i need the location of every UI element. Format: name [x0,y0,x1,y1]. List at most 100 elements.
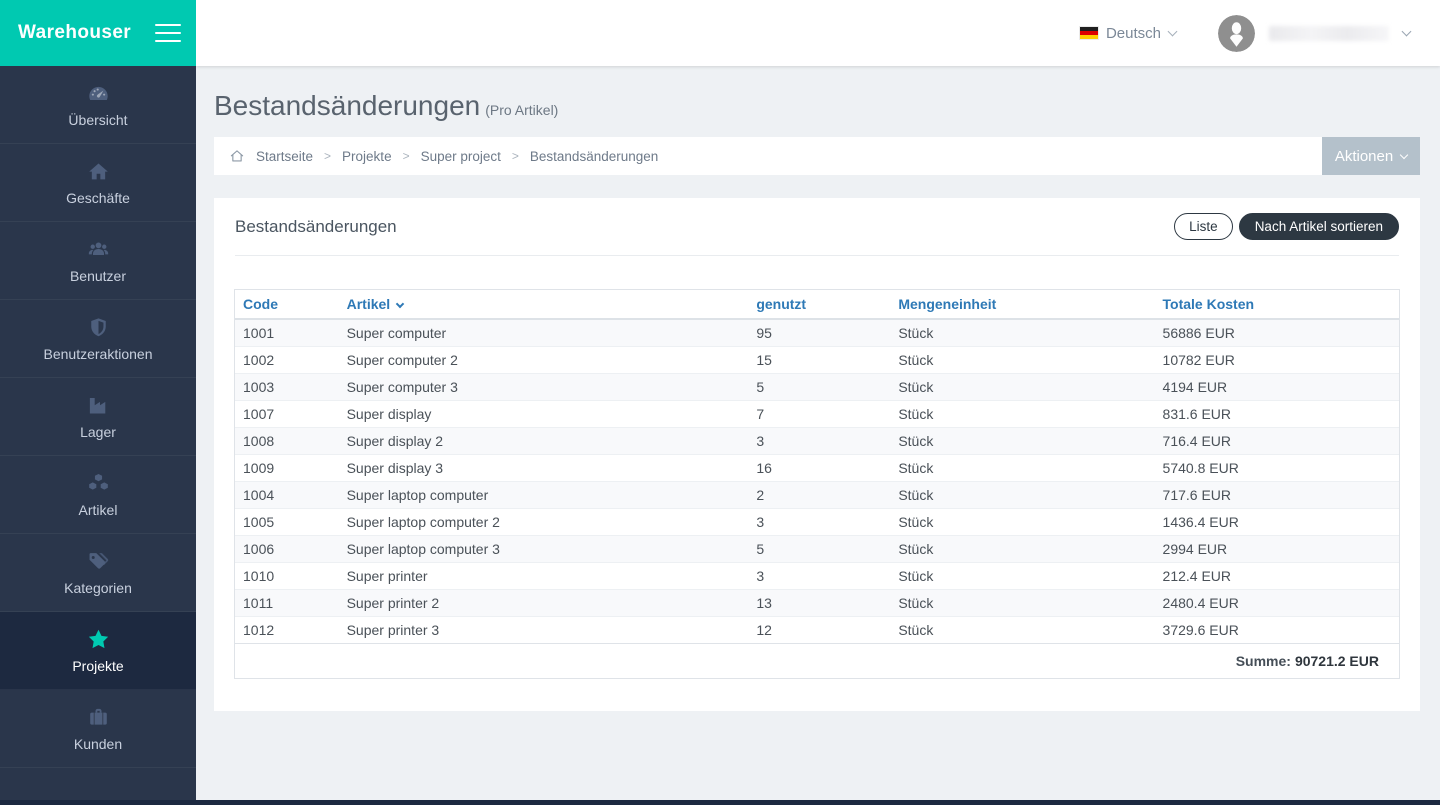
sum-label: Summe: [1236,653,1291,669]
sidebar-item-uebersicht[interactable]: Übersicht [0,66,196,144]
user-menu[interactable] [1218,15,1410,52]
cell-mengeneinheit: Stück [890,590,1154,617]
cell-code: 1006 [235,536,339,563]
sum-row: Summe:90721.2 EUR [235,643,1399,678]
chevron-down-icon [1168,26,1178,36]
table-row: 1011Super printer 213Stück2480.4 EUR [235,590,1399,617]
actions-button[interactable]: Aktionen [1322,137,1420,175]
cell-code: 1011 [235,590,339,617]
cell-artikel: Super printer 2 [339,590,749,617]
sidebar-nav: ÜbersichtGeschäfte Benutzer Benutzeraktion… [0,66,196,768]
column-label: genutzt [756,296,806,312]
breadcrumb-row: Startseite>Projekte>Super project>Bestan… [214,137,1420,175]
shield-icon [87,316,110,339]
users-icon [87,238,110,261]
user-name-redacted [1269,26,1389,41]
cell-totale-kosten: 2994 EUR [1155,536,1399,563]
table-row: 1006Super laptop computer 35Stück2994 EU… [235,536,1399,563]
column-header-artikel[interactable]: Artikel [339,290,749,319]
cell-artikel: Super computer 3 [339,374,749,401]
cell-totale-kosten: 4194 EUR [1155,374,1399,401]
cell-mengeneinheit: Stück [890,347,1154,374]
cell-genutzt: 7 [748,401,890,428]
language-selector[interactable]: Deutsch [1080,25,1176,42]
cell-artikel: Super printer [339,563,749,590]
cell-totale-kosten: 716.4 EUR [1155,428,1399,455]
avatar [1218,15,1255,52]
inventory-table-container: CodeArtikel genutzt Mengeneinheit Totale Ko… [234,289,1400,679]
cell-artikel: Super display 3 [339,455,749,482]
page-title-text: Bestandsänderungen [214,90,480,121]
cell-artikel: Super display 2 [339,428,749,455]
cell-genutzt: 95 [748,319,890,347]
breadcrumb-separator: > [403,149,410,163]
cell-artikel: Super computer [339,319,749,347]
sidebar-item-label: Kategorien [64,580,132,596]
breadcrumb-item[interactable]: Startseite [256,149,313,164]
column-label: Totale Kosten [1163,296,1255,312]
bottom-bar [0,800,1440,805]
cell-code: 1003 [235,374,339,401]
table-row: 1004Super laptop computer2Stück717.6 EUR [235,482,1399,509]
menu-toggle-icon[interactable] [155,20,181,46]
list-view-button[interactable]: Liste [1174,213,1233,240]
sort-desc-icon [396,300,404,308]
tags-icon [87,550,110,573]
table-row: 1009Super display 316Stück5740.8 EUR [235,455,1399,482]
person-icon [1218,15,1255,52]
sidebar-item-projekte[interactable]: Projekte [0,612,196,690]
page-title: Bestandsänderungen(Pro Artikel) [214,90,1420,122]
sidebar-item-label: Benutzer [70,268,126,284]
column-header-totale-kosten[interactable]: Totale Kosten [1155,290,1399,319]
breadcrumb-separator: > [512,149,519,163]
sidebar-item-label: Projekte [72,658,123,674]
sidebar-item-benutzer[interactable]: Benutzer [0,222,196,300]
column-label: Mengeneinheit [898,296,996,312]
content-card: Bestandsänderungen Liste Nach Artikel so… [214,198,1420,711]
table-row: 1001Super computer95Stück56886 EUR [235,319,1399,347]
cell-totale-kosten: 1436.4 EUR [1155,509,1399,536]
table-row: 1008Super display 23Stück716.4 EUR [235,428,1399,455]
column-header-mengeneinheit[interactable]: Mengeneinheit [890,290,1154,319]
sidebar-item-benutzeraktionen[interactable]: Benutzeraktionen [0,300,196,378]
sidebar-item-lager[interactable]: Lager [0,378,196,456]
cell-mengeneinheit: Stück [890,536,1154,563]
cell-code: 1004 [235,482,339,509]
sidebar-item-label: Kunden [74,736,122,752]
suitcase-icon [87,706,110,729]
cell-code: 1005 [235,509,339,536]
breadcrumb-item[interactable]: Projekte [342,149,392,164]
cell-code: 1007 [235,401,339,428]
column-header-code[interactable]: Code [235,290,339,319]
german-flag-icon [1080,27,1098,39]
sidebar-item-geschaefte[interactable]: Geschäfte [0,144,196,222]
brand-header: Warehouser [0,0,196,66]
sidebar-item-kategorien[interactable]: Kategorien [0,534,196,612]
cell-mengeneinheit: Stück [890,617,1154,644]
cell-artikel: Super laptop computer 2 [339,509,749,536]
cell-mengeneinheit: Stück [890,482,1154,509]
sidebar-item-kunden[interactable]: Kunden [0,690,196,768]
sidebar-item-artikel[interactable]: Artikel [0,456,196,534]
table-row: 1010Super printer3Stück212.4 EUR [235,563,1399,590]
breadcrumb-item[interactable]: Super project [421,149,501,164]
cubes-icon [87,472,110,495]
inventory-table: CodeArtikel genutzt Mengeneinheit Totale Ko… [235,290,1399,643]
cell-code: 1009 [235,455,339,482]
cell-genutzt: 2 [748,482,890,509]
cell-mengeneinheit: Stück [890,455,1154,482]
sort-by-article-button[interactable]: Nach Artikel sortieren [1239,213,1399,240]
table-row: 1003Super computer 35Stück4194 EUR [235,374,1399,401]
home-icon[interactable] [229,148,245,164]
column-header-genutzt[interactable]: genutzt [748,290,890,319]
cell-artikel: Super laptop computer [339,482,749,509]
breadcrumb-items: Startseite>Projekte>Super project>Bestan… [256,149,658,164]
cell-totale-kosten: 3729.6 EUR [1155,617,1399,644]
card-title: Bestandsänderungen [235,217,397,237]
cell-code: 1010 [235,563,339,590]
cell-totale-kosten: 56886 EUR [1155,319,1399,347]
table-row: 1002Super computer 215Stück10782 EUR [235,347,1399,374]
cell-genutzt: 3 [748,563,890,590]
sidebar-item-label: Lager [80,424,116,440]
cell-genutzt: 12 [748,617,890,644]
